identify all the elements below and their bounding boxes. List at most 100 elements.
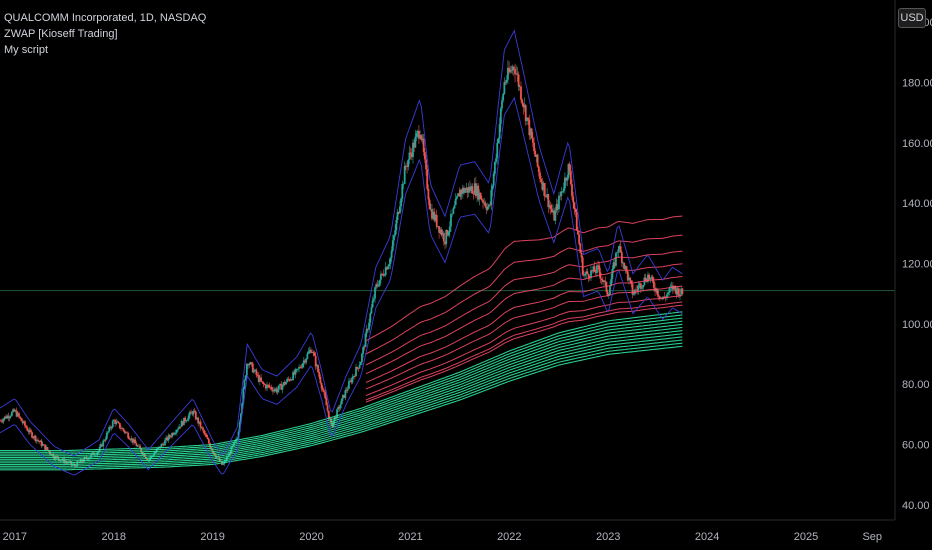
candle-body <box>294 369 297 375</box>
candle-body <box>604 280 607 282</box>
candle-body <box>378 279 381 286</box>
candle-body <box>637 285 640 290</box>
price-chart[interactable]: 200.00180.00160.00140.00120.00100.0080.0… <box>0 0 932 550</box>
x-tick-label: 2019 <box>200 531 224 543</box>
candle-body <box>187 415 190 420</box>
candle-body <box>578 234 581 244</box>
candle-body <box>395 220 398 231</box>
candle-body <box>492 173 495 186</box>
candle-body <box>520 86 522 100</box>
candle-body <box>285 381 287 385</box>
candle-body <box>261 381 264 383</box>
candle-body <box>270 387 273 390</box>
candle-body <box>569 170 572 185</box>
candle-body <box>407 159 410 168</box>
candle-body <box>617 249 620 253</box>
candle-body <box>571 184 573 197</box>
candle-body <box>105 432 108 439</box>
candle-body <box>464 190 467 193</box>
x-tick-label: 2023 <box>596 531 620 543</box>
candle-body <box>531 138 534 143</box>
candle-body <box>562 188 565 192</box>
candle-body <box>630 280 633 285</box>
candle-body <box>380 273 382 280</box>
candle-body <box>262 382 265 385</box>
candle-body <box>103 440 106 442</box>
candle-body <box>426 169 429 189</box>
candle-body <box>561 191 564 192</box>
candle-body <box>615 253 617 266</box>
candle-body <box>390 250 393 258</box>
candle-body <box>362 346 365 354</box>
candle-body <box>369 313 372 323</box>
candle-body <box>301 363 304 368</box>
x-tick-label: 2025 <box>794 531 818 543</box>
y-tick-label: 100.00 <box>902 319 932 331</box>
candle-body <box>222 463 225 465</box>
y-tick-label: 80.00 <box>902 379 930 391</box>
candle-body <box>370 307 373 314</box>
candle-body <box>356 367 359 368</box>
candle-body <box>599 272 602 279</box>
candle-body <box>368 322 370 330</box>
candle-body <box>0 420 3 422</box>
symbol-title[interactable]: QUALCOMM Incorporated, 1D, NASDAQ <box>4 10 206 26</box>
y-tick-label: 180.00 <box>902 77 932 89</box>
candle-body <box>371 300 374 308</box>
candle-body <box>482 199 484 203</box>
candle-body <box>245 364 248 376</box>
candle-body <box>428 199 431 210</box>
x-tick-label: 2021 <box>398 531 422 543</box>
indicator-zwap[interactable]: ZWAP [Kioseff Trading] <box>4 26 206 42</box>
candle-body <box>260 377 262 382</box>
candle-body <box>527 117 529 120</box>
candle-body <box>495 158 497 162</box>
candle-body <box>8 417 11 419</box>
candle-body <box>177 428 179 430</box>
candle-body <box>324 392 327 399</box>
candle-body <box>363 346 366 348</box>
candle-body <box>435 214 438 227</box>
x-tick-label: 2018 <box>101 531 125 543</box>
x-tick-label: 2017 <box>3 531 27 543</box>
candle-body <box>387 266 389 270</box>
candle-body <box>128 437 131 440</box>
candle-body <box>376 284 379 286</box>
indicator-my-script[interactable]: My script <box>4 42 206 58</box>
candle-body <box>10 412 13 416</box>
candle-body <box>415 133 418 137</box>
candle-body <box>609 286 611 296</box>
candle-body <box>587 274 590 278</box>
candle-body <box>409 152 412 154</box>
candle-body <box>135 443 138 447</box>
candle-body <box>568 163 571 171</box>
candle-body <box>498 124 501 139</box>
candle-body <box>471 186 474 194</box>
candle-body <box>355 367 357 377</box>
candle-body <box>539 172 541 180</box>
candle-body <box>9 415 12 418</box>
candle-body <box>123 430 126 433</box>
x-tick-label: 2024 <box>695 531 719 543</box>
candle-body <box>203 430 206 434</box>
candle-body <box>667 292 670 295</box>
currency-button[interactable]: USD <box>898 8 926 28</box>
candle-body <box>448 226 451 232</box>
x-tick-label: Sep <box>862 531 882 543</box>
y-tick-label: 140.00 <box>902 198 932 210</box>
candle-body <box>442 232 445 242</box>
candle-body <box>558 195 560 210</box>
candle-body <box>118 423 121 429</box>
candle-body <box>340 398 343 405</box>
candle-body <box>207 439 210 444</box>
candle-body <box>394 230 397 236</box>
candle-body <box>244 375 247 381</box>
candle-body <box>98 446 101 451</box>
candle-body <box>632 293 635 295</box>
candle-body <box>348 381 350 389</box>
candle-body <box>307 351 310 354</box>
candle-body <box>479 192 482 199</box>
candle-body <box>174 432 177 434</box>
candle-body <box>317 365 319 373</box>
candle-body <box>447 231 450 236</box>
